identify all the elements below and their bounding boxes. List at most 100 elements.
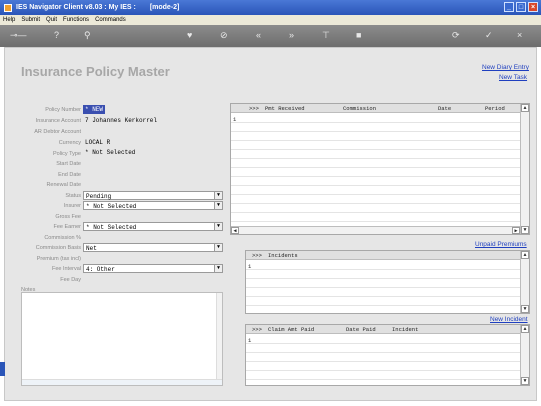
- fee-earner-select[interactable]: * Not Selected ▼: [83, 222, 223, 231]
- chevron-down-icon[interactable]: ▼: [214, 202, 222, 209]
- search-icon[interactable]: ⚲: [84, 30, 91, 41]
- link-icon[interactable]: ⊘: [220, 30, 228, 41]
- close-icon[interactable]: ×: [528, 2, 538, 12]
- label-currency: Currency: [58, 140, 81, 146]
- menu-functions[interactable]: Functions: [63, 17, 89, 23]
- menu-commands[interactable]: Commands: [95, 17, 126, 23]
- table-row[interactable]: [231, 132, 520, 141]
- scroll-down-icon[interactable]: ▼: [521, 305, 529, 313]
- pin-icon[interactable]: ⊤: [322, 30, 330, 41]
- claims-vertical-scrollbar[interactable]: ▲ ▼: [520, 325, 529, 385]
- unpaid-premiums-link[interactable]: Unpaid Premiums: [475, 241, 527, 248]
- table-row[interactable]: [246, 353, 520, 362]
- taskbar-edge: [0, 362, 5, 376]
- new-task-link[interactable]: New Task: [499, 74, 527, 81]
- table-row[interactable]: [246, 362, 520, 371]
- table-row[interactable]: [231, 159, 520, 168]
- status-select[interactable]: Pending ▼: [83, 191, 223, 200]
- col-commission: Commission: [343, 105, 377, 112]
- grid-expand-marker[interactable]: >>>: [249, 105, 259, 112]
- premiums-horizontal-scrollbar[interactable]: ◀ ▶: [231, 226, 520, 234]
- premiums-grid: >>> Pmt Received Commission Date Period …: [230, 103, 530, 235]
- table-row[interactable]: [231, 213, 520, 222]
- label-insurer: Insurer: [63, 203, 81, 209]
- grid-expand-marker[interactable]: >>>: [252, 252, 262, 259]
- check-icon[interactable]: ✓: [485, 30, 493, 41]
- claims-grid-header: >>> Claim Amt Paid Date Paid Incident: [246, 325, 520, 334]
- minimize-icon[interactable]: _: [504, 2, 514, 12]
- table-row[interactable]: [231, 177, 520, 186]
- table-row[interactable]: [246, 261, 520, 270]
- col-date-paid: Date Paid: [346, 326, 376, 333]
- new-incident-link[interactable]: New Incident: [490, 316, 528, 323]
- page-title: Insurance Policy Master: [21, 64, 170, 79]
- table-row[interactable]: [231, 114, 520, 123]
- table-row[interactable]: [231, 195, 520, 204]
- insurance-account-field[interactable]: 7 Johannes Kerkorrel: [83, 116, 223, 125]
- insurer-select[interactable]: * Not Selected ▼: [83, 201, 223, 210]
- table-row[interactable]: [246, 279, 520, 288]
- insurer-value: * Not Selected: [86, 203, 137, 210]
- table-row[interactable]: [246, 297, 520, 306]
- window-title: IES Navigator Client v8.03 : My IES :: [16, 4, 136, 11]
- table-row[interactable]: [231, 204, 520, 213]
- menu-submit[interactable]: Submit: [21, 17, 40, 23]
- table-row[interactable]: [231, 186, 520, 195]
- scroll-up-icon[interactable]: ▲: [521, 325, 529, 333]
- ar-debtor-field[interactable]: [83, 127, 223, 136]
- menubar: Help Submit Quit Functions Commands: [0, 15, 541, 25]
- commission-basis-value: Net: [86, 245, 97, 252]
- fee-interval-select[interactable]: 4: Other ▼: [83, 264, 223, 273]
- cancel-icon[interactable]: ×: [517, 30, 522, 40]
- label-renewal-date: Renewal Date: [46, 182, 81, 188]
- scroll-up-icon[interactable]: ▲: [521, 251, 529, 259]
- policy-number-field[interactable]: * NEW: [83, 105, 105, 114]
- table-row[interactable]: [246, 344, 520, 353]
- label-insurance-account: Insurance Account: [35, 118, 81, 124]
- premiums-vertical-scrollbar[interactable]: ▲ ▼: [520, 104, 529, 234]
- table-row[interactable]: [246, 335, 520, 344]
- menu-help[interactable]: Help: [3, 17, 15, 23]
- heart-icon[interactable]: ♥: [187, 30, 192, 40]
- notes-textarea[interactable]: [21, 292, 223, 386]
- table-row[interactable]: [246, 270, 520, 279]
- premiums-grid-header: >>> Pmt Received Commission Date Period: [231, 104, 520, 113]
- currency-field[interactable]: LOCAL R: [83, 138, 223, 147]
- label-end-date: End Date: [58, 172, 81, 178]
- table-row[interactable]: [246, 288, 520, 297]
- chevron-down-icon[interactable]: ▼: [214, 223, 222, 230]
- claims-grid: >>> Claim Amt Paid Date Paid Incident 1 …: [245, 324, 530, 386]
- col-incident: Incident: [392, 326, 419, 333]
- scroll-up-icon[interactable]: ▲: [521, 104, 529, 112]
- commission-basis-select[interactable]: Net ▼: [83, 243, 223, 252]
- chevron-down-icon[interactable]: ▼: [214, 192, 222, 199]
- maximize-icon[interactable]: □: [516, 2, 526, 12]
- chevron-down-icon[interactable]: ▼: [214, 244, 222, 251]
- table-row[interactable]: [231, 141, 520, 150]
- policy-type-field[interactable]: * Not Selected: [83, 148, 223, 157]
- table-row[interactable]: [231, 150, 520, 159]
- table-row[interactable]: [231, 123, 520, 132]
- forward-icon[interactable]: »: [289, 30, 294, 40]
- refresh-icon[interactable]: ⟳: [452, 30, 460, 41]
- notes-horizontal-scrollbar[interactable]: [22, 379, 222, 385]
- table-row[interactable]: [231, 168, 520, 177]
- key-icon[interactable]: ⊸—: [10, 30, 27, 41]
- window-mode: [mode-2]: [149, 4, 180, 11]
- scroll-left-icon[interactable]: ◀: [231, 227, 239, 234]
- menu-quit[interactable]: Quit: [46, 17, 57, 23]
- table-row[interactable]: [246, 371, 520, 380]
- grid-expand-marker[interactable]: >>>: [252, 326, 262, 333]
- label-fee-earner: Fee Earner: [53, 224, 81, 230]
- new-diary-entry-link[interactable]: New Diary Entry: [482, 64, 529, 71]
- notes-vertical-scrollbar[interactable]: [216, 293, 222, 385]
- back-icon[interactable]: «: [256, 30, 261, 40]
- scroll-down-icon[interactable]: ▼: [521, 226, 529, 234]
- incidents-vertical-scrollbar[interactable]: ▲ ▼: [520, 251, 529, 313]
- scroll-down-icon[interactable]: ▼: [521, 377, 529, 385]
- chevron-down-icon[interactable]: ▼: [214, 265, 222, 272]
- scroll-right-icon[interactable]: ▶: [512, 227, 520, 234]
- help-icon[interactable]: ?: [54, 30, 59, 40]
- col-date: Date: [438, 105, 452, 112]
- stop-icon[interactable]: ■: [356, 30, 361, 40]
